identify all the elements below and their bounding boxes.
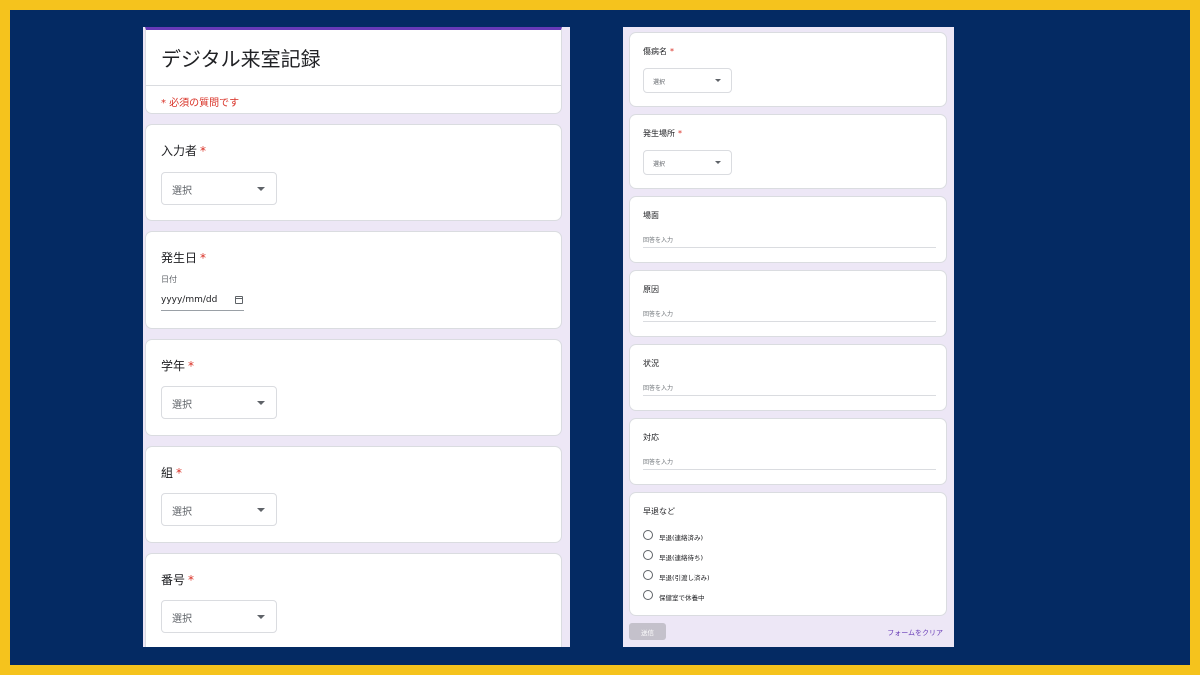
situation-input[interactable]: 回答を入力 (643, 383, 936, 396)
question-label: 対応 (643, 433, 659, 442)
form-page-top: デジタル来室記録 * 必須の質問です 入力者 * 選択 発生日 * 日付 yyyy/… (143, 27, 570, 647)
radio-label: 早退(連絡済み) (659, 534, 704, 542)
date-placeholder: yyyy/mm/dd (161, 295, 218, 305)
question-scene: 場面 回答を入力 (629, 196, 947, 263)
question-early-leave: 早退など 早退(連絡済み) 早退(連絡待ち) 早退(引渡し済み) 保健室で休養中 (629, 492, 947, 616)
select-value: 選択 (172, 507, 192, 518)
select-value: 選択 (653, 161, 666, 168)
scene-input[interactable]: 回答を入力 (643, 235, 936, 248)
date-input[interactable]: yyyy/mm/dd (161, 293, 244, 311)
radio-button[interactable] (643, 550, 653, 560)
question-label-text: 発生場所 (643, 129, 675, 138)
question-label-text: 学年 (161, 359, 186, 373)
radio-button[interactable] (643, 570, 653, 580)
question-label: 組 * (161, 464, 182, 481)
calendar-icon[interactable] (235, 296, 243, 304)
question-label-text: 傷病名 (643, 47, 667, 56)
required-asterisk: * (188, 359, 195, 373)
question-label-text: 組 (161, 466, 174, 480)
number-select[interactable]: 選択 (161, 600, 277, 633)
dropdown-caret-icon (715, 161, 721, 164)
location-select[interactable]: 選択 (643, 150, 732, 175)
question-number: 番号 * 選択 (145, 553, 562, 647)
radio-label: 早退(引渡し済み) (659, 574, 710, 582)
question-response: 対応 回答を入力 (629, 418, 947, 485)
form-title: デジタル来室記録 (161, 47, 321, 71)
select-value: 選択 (172, 400, 192, 411)
class-select[interactable]: 選択 (161, 493, 277, 526)
question-label: 入力者 * (161, 142, 206, 159)
radio-label: 保健室で休養中 (659, 594, 705, 602)
required-asterisk: * (188, 573, 195, 587)
submit-button[interactable]: 送信 (629, 623, 666, 640)
dropdown-caret-icon (257, 508, 265, 512)
input-placeholder: 回答を入力 (643, 237, 674, 244)
response-input[interactable]: 回答を入力 (643, 457, 936, 470)
question-label-text: 番号 (161, 573, 186, 587)
required-asterisk: * (670, 47, 674, 56)
question-date: 発生日 * 日付 yyyy/mm/dd (145, 231, 562, 329)
grade-select[interactable]: 選択 (161, 386, 277, 419)
question-label: 場面 (643, 211, 659, 220)
radio-label: 早退(連絡待ち) (659, 554, 704, 562)
select-value: 選択 (172, 186, 192, 197)
illness-select[interactable]: 選択 (643, 68, 732, 93)
question-label: 学年 * (161, 357, 194, 374)
question-label: 傷病名 * (643, 46, 674, 57)
required-asterisk: * (176, 466, 183, 480)
question-location: 発生場所 * 選択 (629, 114, 947, 189)
form-page-bottom: 傷病名 * 選択 発生場所 * 選択 場面 回答を入力 原因 回答を入力 状況 回答… (623, 27, 954, 647)
question-class: 組 * 選択 (145, 446, 562, 543)
question-label: 発生場所 * (643, 128, 682, 139)
dropdown-caret-icon (257, 615, 265, 619)
header-divider (146, 85, 561, 86)
date-sub-label: 日付 (161, 275, 177, 284)
input-placeholder: 回答を入力 (643, 459, 674, 466)
question-situation: 状況 回答を入力 (629, 344, 947, 411)
dropdown-caret-icon (257, 187, 265, 191)
radio-button[interactable] (643, 590, 653, 600)
clear-form-link[interactable]: フォームをクリア (887, 628, 943, 638)
cause-input[interactable]: 回答を入力 (643, 309, 936, 322)
question-entered-by: 入力者 * 選択 (145, 124, 562, 221)
question-label-text: 発生日 (161, 251, 198, 265)
question-grade: 学年 * 選択 (145, 339, 562, 436)
required-asterisk: * (678, 129, 682, 138)
question-label: 発生日 * (161, 249, 206, 266)
question-label: 状況 (643, 359, 659, 368)
dropdown-caret-icon (257, 401, 265, 405)
select-value: 選択 (653, 79, 666, 86)
required-asterisk: * (200, 144, 207, 158)
form-header-card: デジタル来室記録 * 必須の質問です (145, 27, 562, 114)
entered-by-select[interactable]: 選択 (161, 172, 277, 205)
question-label: 原因 (643, 285, 659, 294)
question-illness: 傷病名 * 選択 (629, 32, 947, 107)
question-label-text: 入力者 (161, 144, 198, 158)
select-value: 選択 (172, 614, 192, 625)
submit-label: 送信 (641, 629, 654, 637)
required-asterisk: * (200, 251, 207, 265)
question-cause: 原因 回答を入力 (629, 270, 947, 337)
input-placeholder: 回答を入力 (643, 311, 674, 318)
required-note: * 必須の質問です (161, 98, 240, 109)
radio-button[interactable] (643, 530, 653, 540)
dropdown-caret-icon (715, 79, 721, 82)
question-label: 番号 * (161, 571, 194, 588)
question-label: 早退など (643, 507, 675, 516)
input-placeholder: 回答を入力 (643, 385, 674, 392)
